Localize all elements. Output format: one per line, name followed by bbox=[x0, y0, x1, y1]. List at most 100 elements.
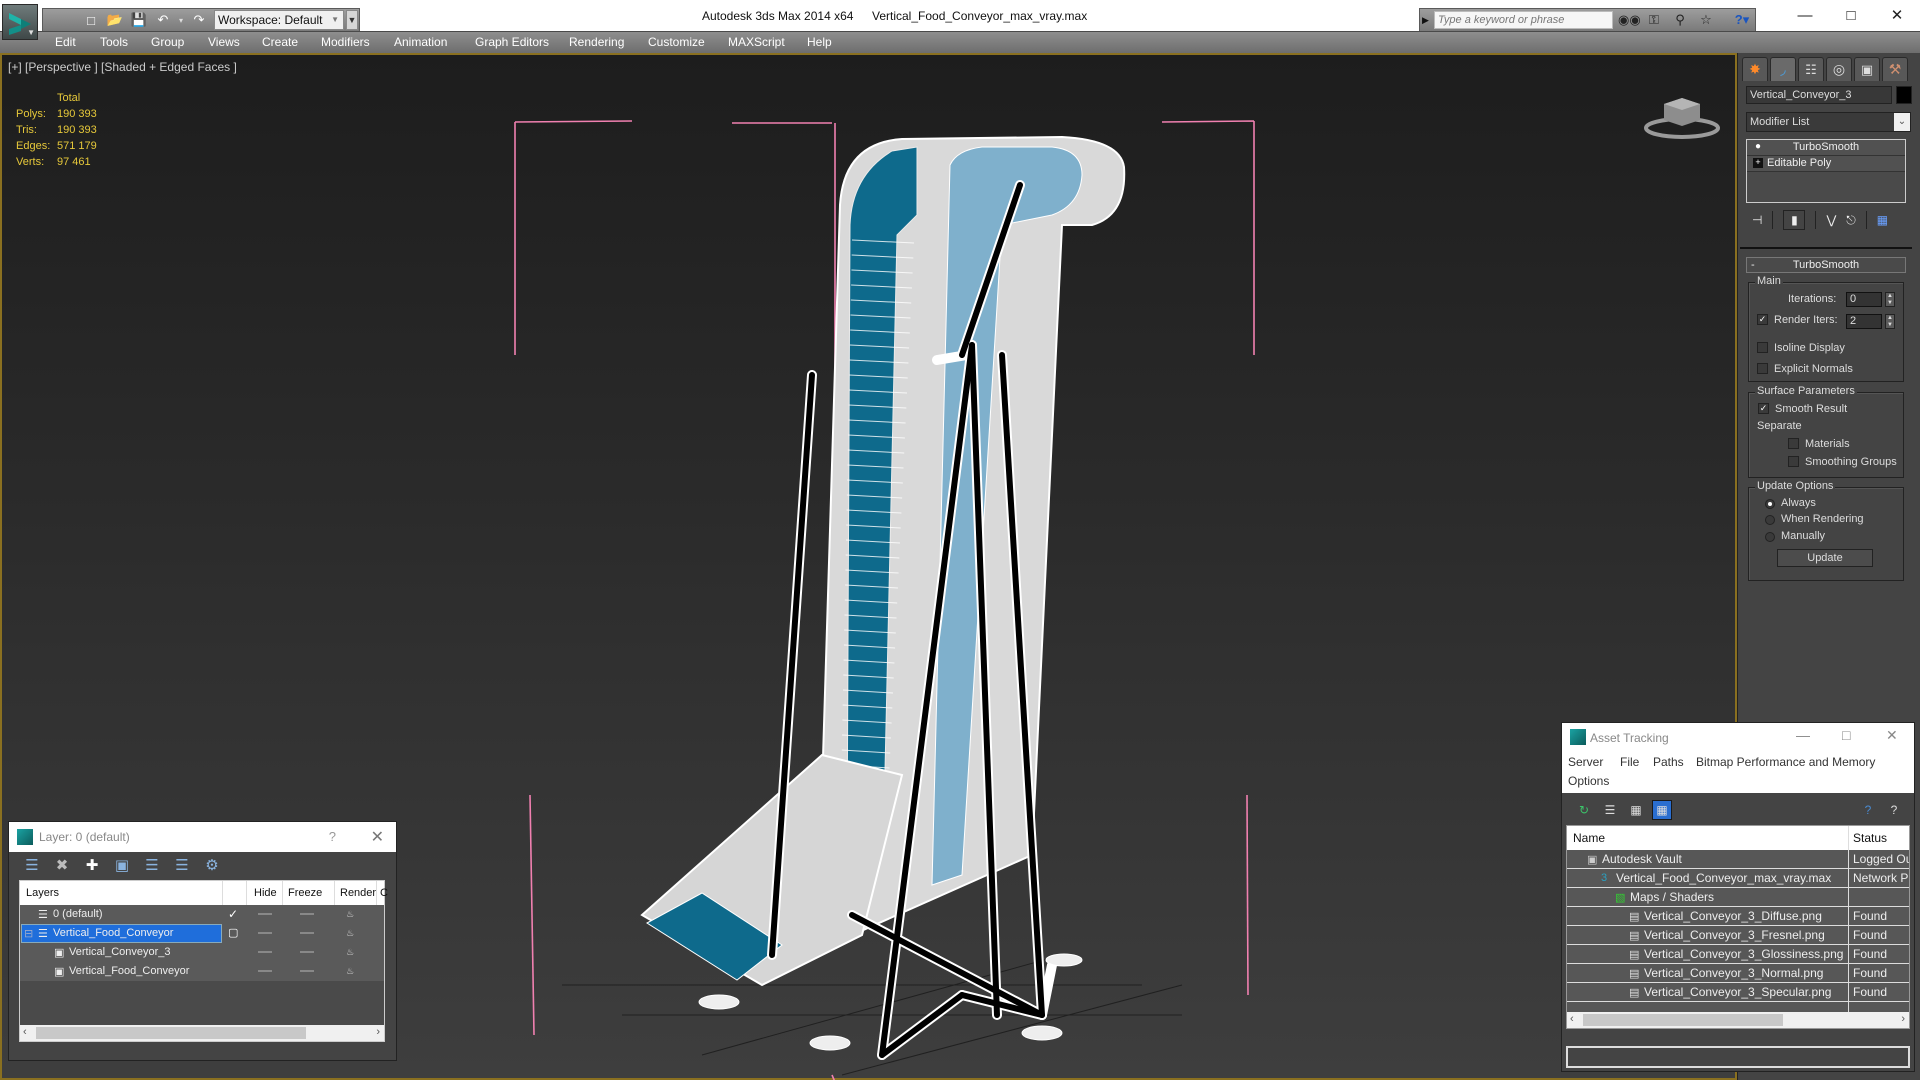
freeze-toggle[interactable] bbox=[300, 913, 314, 915]
asset-row[interactable]: ▧ Maps / Shaders bbox=[1567, 888, 1909, 907]
satellite-dish-icon[interactable]: ⚲ bbox=[1670, 11, 1690, 29]
hide-unhide-icon[interactable]: ☰ bbox=[173, 856, 191, 874]
hide-toggle[interactable] bbox=[258, 970, 272, 972]
scroll-right-icon[interactable]: › bbox=[1901, 1013, 1905, 1025]
iterations-spinner-arrows[interactable]: ▲ ▼ bbox=[1885, 292, 1895, 307]
column-render[interactable]: Render bbox=[340, 887, 376, 899]
display-tab[interactable]: ▣ bbox=[1854, 57, 1880, 81]
menu-paths[interactable]: Paths bbox=[1653, 755, 1684, 769]
lightbulb-icon[interactable]: ● bbox=[1753, 142, 1763, 152]
select-objects-icon[interactable]: ▣ bbox=[113, 856, 131, 874]
binoculars-icon[interactable]: ◉◉ bbox=[1618, 11, 1641, 29]
hide-toggle[interactable] bbox=[258, 913, 272, 915]
modify-tab[interactable]: ◞ bbox=[1770, 57, 1796, 81]
search-input[interactable]: Type a keyword or phrase bbox=[1434, 11, 1613, 29]
menu-group[interactable]: Group bbox=[151, 35, 184, 49]
stack-item-turbosmooth[interactable]: ● TurboSmooth bbox=[1747, 140, 1905, 156]
active-layer-checkmark-icon[interactable]: ✓ bbox=[228, 907, 238, 921]
menu-animation[interactable]: Animation bbox=[394, 35, 447, 49]
show-end-result-icon[interactable]: ▮ bbox=[1783, 210, 1806, 230]
scroll-right-icon[interactable]: › bbox=[376, 1026, 380, 1038]
scroll-thumb[interactable] bbox=[1583, 1014, 1783, 1026]
asset-row[interactable]: ▤ Vertical_Conveyor_3_Specular.png Found bbox=[1567, 983, 1909, 1002]
minimize-button[interactable]: — bbox=[1782, 4, 1828, 28]
pin-stack-icon[interactable]: ⊣ bbox=[1752, 213, 1762, 227]
collapse-tree-icon[interactable]: ⊟ bbox=[24, 927, 33, 940]
stack-item-editable-poly[interactable]: + Editable Poly bbox=[1747, 156, 1905, 172]
isoline-display-checkbox[interactable] bbox=[1757, 342, 1768, 353]
remove-modifier-icon[interactable]: ⎋ bbox=[1846, 213, 1856, 228]
menu-server[interactable]: Server bbox=[1568, 755, 1603, 769]
render-teapot-icon[interactable]: ♨ bbox=[346, 909, 358, 919]
horizontal-scrollbar[interactable]: ‹ › bbox=[20, 1025, 384, 1041]
minimize-button[interactable]: — bbox=[1796, 727, 1810, 743]
menu-maxscript[interactable]: MAXScript bbox=[728, 35, 785, 49]
hide-toggle[interactable] bbox=[258, 932, 272, 934]
menu-bitmap-performance[interactable]: Bitmap Performance and Memory bbox=[1696, 755, 1875, 769]
undo-dropdown-icon[interactable]: ▾ bbox=[177, 11, 185, 29]
asset-row[interactable]: ▤ Vertical_Conveyor_3_Fresnel.png Found bbox=[1567, 926, 1909, 945]
star-icon[interactable]: ☆ bbox=[1696, 11, 1716, 29]
object-name-field[interactable]: Vertical_Conveyor_3 bbox=[1746, 86, 1892, 104]
new-file-icon[interactable]: □ bbox=[81, 11, 101, 29]
menu-file[interactable]: File bbox=[1620, 755, 1639, 769]
layer-object-row[interactable]: ▣ Vertical_Conveyor_3 ♨ bbox=[20, 943, 384, 962]
toolbar-customize-button[interactable]: ▼ bbox=[346, 10, 358, 30]
table-view-icon[interactable]: ▦ bbox=[1652, 800, 1672, 820]
set-active-checkbox[interactable]: ▢ bbox=[228, 926, 238, 939]
asset-row[interactable]: ▣ Autodesk Vault Logged Ou bbox=[1567, 850, 1909, 869]
help-globe-icon[interactable]: ? bbox=[1858, 800, 1878, 820]
save-icon[interactable]: 💾 bbox=[129, 11, 149, 29]
close-button[interactable]: ✕ bbox=[1886, 727, 1898, 744]
hierarchy-tab[interactable]: ☷ bbox=[1798, 57, 1824, 81]
asset-row[interactable]: 3 Vertical_Food_Conveyor_max_vray.max Netw… bbox=[1567, 869, 1909, 888]
update-button[interactable]: Update bbox=[1777, 549, 1873, 567]
layer-dialog-titlebar[interactable]: Layer: 0 (default) ? ✕ bbox=[9, 822, 396, 852]
undo-icon[interactable]: ↶ bbox=[153, 11, 173, 29]
workspace-dropdown[interactable]: Workspace: Default ▼ bbox=[214, 10, 344, 30]
render-iters-checkbox[interactable]: ✓ bbox=[1757, 314, 1768, 325]
utilities-tab[interactable]: ⚒ bbox=[1882, 57, 1908, 81]
freeze-toggle[interactable] bbox=[300, 932, 314, 934]
highlight-selected-icon[interactable]: ☰ bbox=[143, 856, 161, 874]
menu-modifiers[interactable]: Modifiers bbox=[321, 35, 370, 49]
asset-row[interactable]: ▤ Vertical_Conveyor_3_Normal.png Found bbox=[1567, 964, 1909, 983]
asset-row[interactable]: ▤ Vertical_Conveyor_3_Glossiness.png Found bbox=[1567, 945, 1909, 964]
add-to-layer-icon[interactable]: ✚ bbox=[83, 856, 101, 874]
column-layers[interactable]: Layers bbox=[26, 887, 59, 899]
freeze-toggle[interactable] bbox=[300, 970, 314, 972]
always-radio[interactable] bbox=[1765, 499, 1775, 509]
horizontal-scrollbar[interactable]: ‹ › bbox=[1567, 1012, 1909, 1028]
expand-plus-icon[interactable]: + bbox=[1753, 158, 1763, 168]
iterations-spinner[interactable]: 0 bbox=[1846, 292, 1882, 307]
tree-view-icon[interactable]: ▦ bbox=[1626, 800, 1646, 820]
freeze-toggle[interactable] bbox=[300, 951, 314, 953]
close-button[interactable]: ✕ bbox=[1874, 4, 1920, 28]
layer-row[interactable]: ☰ 0 (default) ✓ ♨ bbox=[20, 905, 384, 924]
asset-row[interactable]: ▤ Vertical_Conveyor_3_Diffuse.png Found bbox=[1567, 907, 1909, 926]
maximize-button[interactable]: □ bbox=[1842, 727, 1850, 743]
open-folder-icon[interactable]: 📂 bbox=[105, 11, 125, 29]
redo-icon[interactable]: ↷ bbox=[189, 11, 209, 29]
menu-graph-editors[interactable]: Graph Editors bbox=[475, 35, 549, 49]
key-icon[interactable]: ⚿ bbox=[1644, 11, 1664, 29]
create-layer-icon[interactable]: ☰ bbox=[23, 856, 41, 874]
make-unique-icon[interactable]: ⋁ bbox=[1826, 213, 1836, 227]
scroll-left-icon[interactable]: ‹ bbox=[23, 1026, 27, 1038]
list-view-icon[interactable]: ☰ bbox=[1600, 800, 1620, 820]
render-teapot-icon[interactable]: ♨ bbox=[346, 966, 358, 976]
scroll-left-icon[interactable]: ‹ bbox=[1570, 1013, 1574, 1025]
column-color[interactable]: C bbox=[380, 887, 388, 899]
help-button[interactable]: ? bbox=[329, 829, 336, 844]
help-icon[interactable]: ?▾ bbox=[1732, 11, 1752, 29]
search-expand-icon[interactable]: ▶ bbox=[1422, 12, 1432, 28]
column-hide[interactable]: Hide bbox=[254, 887, 277, 899]
menu-create[interactable]: Create bbox=[262, 35, 298, 49]
materials-checkbox[interactable] bbox=[1788, 438, 1799, 449]
column-name[interactable]: Name bbox=[1573, 831, 1605, 845]
explicit-normals-checkbox[interactable] bbox=[1757, 363, 1768, 374]
layer-object-row[interactable]: ▣ Vertical_Food_Conveyor ♨ bbox=[20, 962, 384, 981]
close-button[interactable]: ✕ bbox=[371, 827, 384, 847]
app-menu-button[interactable]: ▼ bbox=[2, 4, 38, 40]
column-status[interactable]: Status bbox=[1853, 831, 1887, 845]
